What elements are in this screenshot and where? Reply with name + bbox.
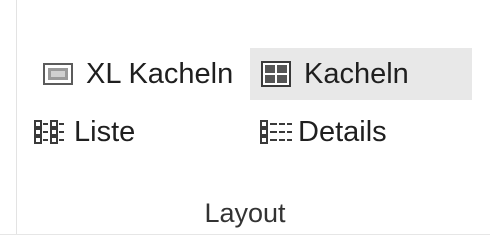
layout-option-tiles[interactable]: Kacheln — [250, 48, 472, 100]
layout-option-label: Details — [298, 115, 387, 148]
list-icon — [32, 119, 68, 145]
ribbon-bottom-border — [0, 234, 490, 235]
layout-option-label: XL Kacheln — [86, 57, 234, 90]
ribbon-layout-group: XL Kacheln Kacheln Liste Details Layout — [0, 0, 490, 246]
layout-option-label: Kacheln — [304, 57, 409, 90]
details-icon — [258, 119, 294, 145]
layout-option-list[interactable]: Liste — [34, 106, 236, 158]
extra-large-icons-icon — [40, 63, 76, 85]
layout-option-xl-tiles[interactable]: XL Kacheln — [36, 48, 248, 100]
layout-option-label: Liste — [74, 115, 136, 148]
layout-option-details[interactable]: Details — [250, 106, 450, 158]
group-label: Layout — [204, 198, 286, 228]
tiles-icon — [258, 61, 294, 87]
